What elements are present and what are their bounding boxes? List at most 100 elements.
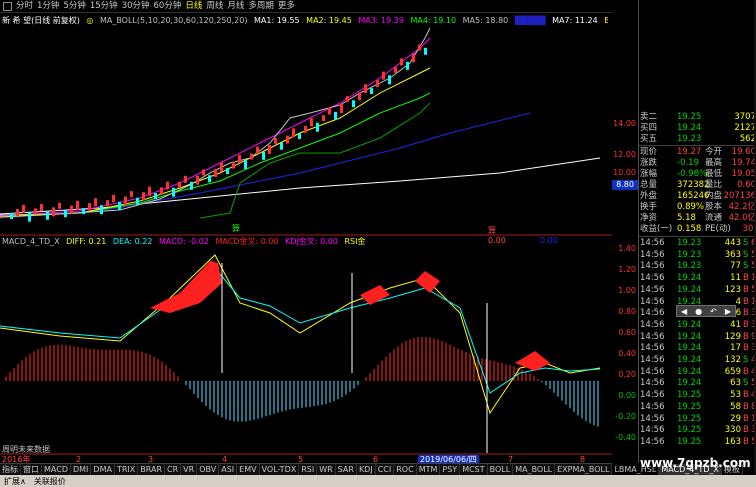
indicator-tab[interactable]: MTM [417,464,441,475]
tab-1min[interactable]: 1分钟 [37,0,59,13]
indicator-tab[interactable]: DMA [91,464,115,475]
tick-side: B [743,296,749,307]
tab-60min[interactable]: 60分钟 [154,0,182,13]
tick-side: S [743,355,749,365]
tab-weekly[interactable]: 周线 [206,0,223,13]
indicator-tab[interactable]: ASI [219,464,238,475]
sub-indicator-name[interactable]: MACD_4_TD_X [2,237,60,246]
stat-label-2: 最低 [705,169,723,179]
undo-icon[interactable]: ↶ [710,307,717,316]
tick-volume: 77 [730,261,741,272]
indicator-tab[interactable]: ROC [394,464,417,475]
indicator-tab[interactable]: OBV [197,464,220,475]
future-data-note: 周明未来数据 [2,445,50,454]
tick-volume: 53 [730,390,741,401]
stat-label: 涨幅 [640,169,658,179]
grid-lines [0,234,612,455]
candle [298,133,301,140]
sub-indicator-legend: MACD_4_TD_X DIFF: 0.21 DEA: 0.22 MACD: -… [2,236,608,247]
candle [358,92,361,101]
tab-5min[interactable]: 5分钟 [63,0,85,13]
ma3-line [0,37,431,217]
candle [352,100,355,108]
tab-intraday[interactable]: 分时 [16,0,33,13]
ask-row: 买五 19.23 562 [639,134,756,145]
tick-time: 14:56 [640,366,665,377]
stat-label-2: PE(动) [705,224,731,234]
marker-label-small: 算 [488,226,496,235]
period-toolbar: 分时 1分钟 5分钟 15分钟 30分钟 60分钟 日线 周线 月线 多周期 更… [0,0,612,13]
candle [244,160,247,170]
tick-time: 14:56 [640,436,665,447]
tab-30min[interactable]: 30分钟 [122,0,150,13]
tick-volume: 29 [730,413,741,424]
indicator-tab[interactable]: CCI [376,464,395,475]
indicator-tab[interactable]: DMI [71,464,92,475]
sub-axis-label: -0.40 [615,433,636,442]
sub-axis-label: 1.20 [618,265,636,274]
indicator-tab[interactable]: PSY [440,464,461,475]
stat-row: 涨跌 -0.19 最高 19.74 [639,158,756,169]
indicator-tab[interactable]: TRIX [115,464,139,475]
candle [304,125,307,133]
indicator-tab[interactable]: MACD [42,464,71,475]
tick-time: 14:56 [640,238,665,248]
candle [382,71,385,80]
candle [400,58,403,66]
candle [220,162,223,172]
indicator-tab[interactable]: SAR [336,464,357,475]
indicator-tab[interactable]: BOLL [488,464,514,475]
candle [34,208,37,215]
separator [639,145,756,146]
candle [418,44,421,51]
stat-row: 外盘 165246 内盘 207136 [639,191,756,202]
tick-price: 19.24 [677,273,702,284]
tick-row: 14:5619.25163B5 [639,437,756,448]
tab-multi-period[interactable]: 多周期 [248,0,274,13]
candle [10,213,13,219]
stat-row: 净资 5.18 流通 42.0亿 [639,213,756,224]
related-quote-button[interactable]: 关联报价 [30,476,70,487]
indicator-tab[interactable]: 指标 [0,464,21,475]
indicator-tab[interactable]: VR [181,464,198,475]
tick-side: B [743,273,749,284]
tick-volume: 129 [724,331,741,342]
indicator-tab[interactable]: WR [317,464,336,475]
candle [154,193,157,200]
candle [148,186,151,196]
indicator-tab[interactable]: 窗口 [21,464,42,475]
tick-side: B [743,343,749,354]
dot-icon[interactable]: ● [695,307,702,316]
indicator-tab[interactable]: KDJ [357,464,376,475]
tick-side: B [743,308,749,319]
indicator-tab[interactable]: EMV [237,464,260,475]
indicator-tab[interactable]: BRAR [138,464,166,475]
candle [160,187,163,195]
indicator-tab[interactable]: RSI [299,464,318,475]
expand-button[interactable]: 扩展∧ [0,476,30,487]
tick-volume: 123 [724,284,741,295]
tick-row: 14:5619.2553B4 [639,390,756,401]
candle [202,169,205,176]
indicator-tab[interactable]: VOL-TDX [260,464,300,475]
square-icon[interactable] [3,1,12,11]
tick-time: 14:56 [640,378,665,389]
tick-side: S [743,238,749,248]
sub-axis-label: 1.00 [618,286,636,295]
tick-time: 14:56 [640,319,665,330]
candle [334,111,337,120]
indicator-tab[interactable]: MA_BOLL [513,464,556,475]
indicator-tab[interactable]: CR [165,464,182,475]
tab-daily[interactable]: 日线 [185,0,202,13]
stat-value: 0.158 [677,224,702,234]
tab-monthly[interactable]: 月线 [227,0,244,13]
tick-time: 14:56 [640,390,665,401]
indicator-tab[interactable]: EXPMA_BOLL [555,464,613,475]
next-icon[interactable]: ▶ [725,307,731,316]
candle [274,137,277,144]
candle [370,88,373,95]
tab-more[interactable]: 更多 [278,0,295,13]
tab-15min[interactable]: 15分钟 [90,0,118,13]
prev-icon[interactable]: ◀ [681,307,687,316]
indicator-tab[interactable]: MCST [460,464,488,475]
